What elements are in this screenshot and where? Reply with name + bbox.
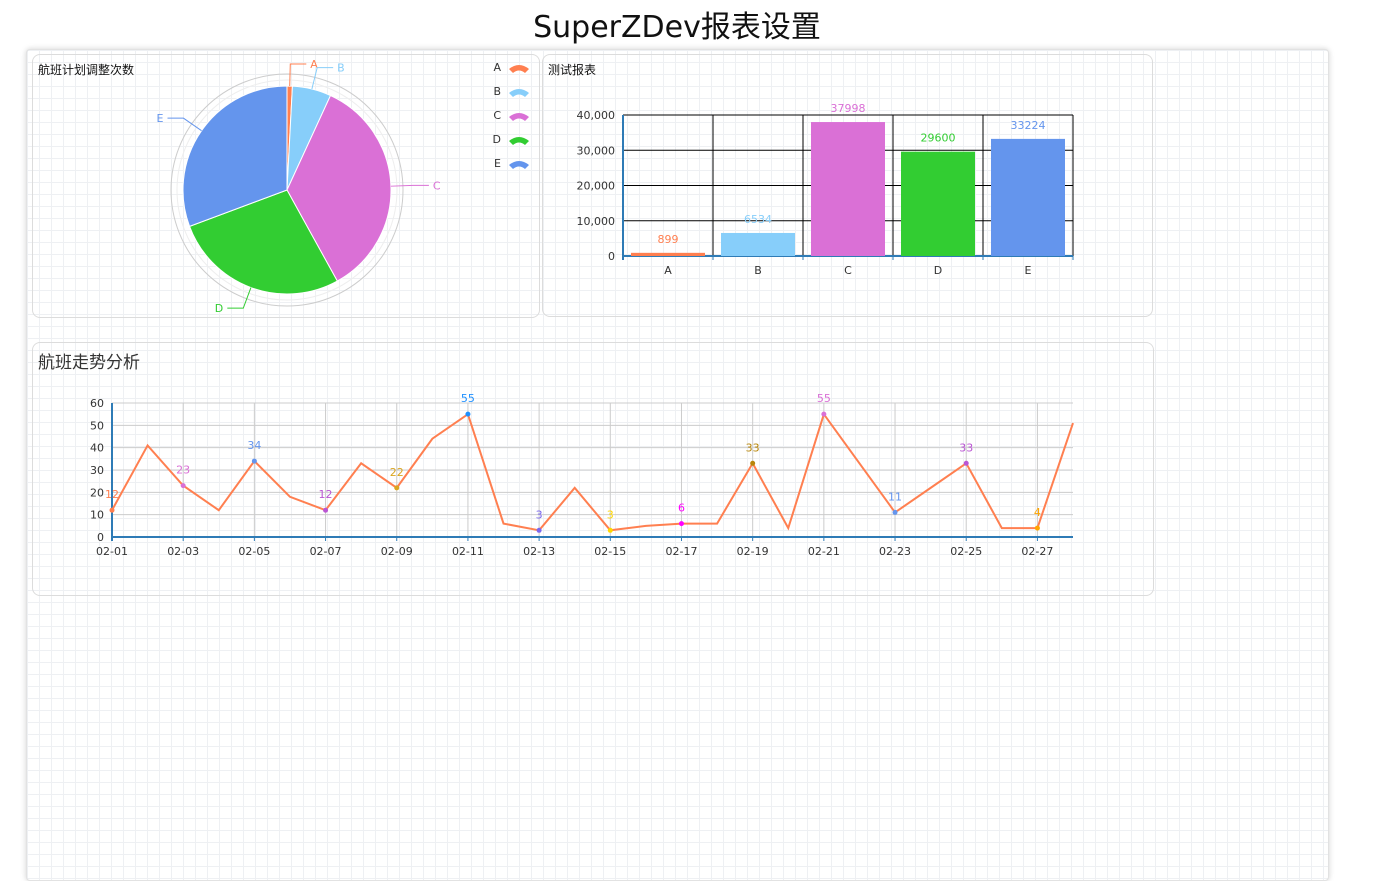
line-point-marker bbox=[1034, 525, 1040, 531]
line-point-marker bbox=[394, 485, 400, 491]
line-point-marker bbox=[821, 411, 827, 417]
pie-legend-label: D bbox=[493, 133, 501, 146]
bar-x-tick-label: D bbox=[934, 264, 942, 277]
line-point-marker bbox=[251, 458, 257, 464]
line-point-label: 4 bbox=[1034, 506, 1041, 519]
pie-legend-label: A bbox=[493, 61, 501, 74]
line-x-tick-label: 02-27 bbox=[1021, 545, 1053, 558]
bar-x-tick-label: B bbox=[754, 264, 762, 277]
bar-value-label: 37998 bbox=[831, 102, 866, 115]
pie-legend-label: E bbox=[494, 157, 501, 170]
bar-value-label: 29600 bbox=[921, 132, 956, 145]
pie-chart: A BCDEABCDE bbox=[157, 58, 529, 315]
line-point-label: 33 bbox=[959, 441, 973, 454]
bar-value-label: 899 bbox=[658, 233, 679, 246]
line-x-tick-label: 02-15 bbox=[594, 545, 626, 558]
line-point-label: 33 bbox=[746, 441, 760, 454]
bar-x-tick-label: A bbox=[664, 264, 672, 277]
line-x-tick-label: 02-23 bbox=[879, 545, 911, 558]
bar-y-tick-label: 40,000 bbox=[577, 109, 616, 122]
bar-value-label: 6534 bbox=[744, 213, 772, 226]
pie-slice-label: E bbox=[157, 112, 164, 125]
line-x-tick-label: 02-01 bbox=[96, 545, 128, 558]
line-x-tick-label: 02-17 bbox=[665, 545, 697, 558]
line-point-marker bbox=[465, 411, 471, 417]
pie-leader-line bbox=[227, 287, 252, 309]
bar-c bbox=[811, 122, 885, 256]
pie-legend-swatch bbox=[509, 65, 529, 73]
line-point-label: 12 bbox=[319, 488, 333, 501]
line-point-label: 6 bbox=[678, 502, 685, 515]
line-point-marker bbox=[109, 507, 115, 513]
report-canvas: 航班计划调整次数 ABCDEABCDE 测试报表 0 10,000 20,000 30… bbox=[26, 49, 1329, 881]
line-x-tick-label: 02-19 bbox=[737, 545, 769, 558]
pie-slice-label: B bbox=[337, 62, 345, 75]
pie-leader-line bbox=[167, 117, 202, 132]
line-y-tick-label: 30 bbox=[90, 464, 104, 477]
line-x-tick-label: 02-07 bbox=[310, 545, 342, 558]
bar-e bbox=[991, 138, 1065, 256]
page-title: SuperZDev报表设置 bbox=[533, 10, 821, 45]
pie-legend-swatch bbox=[509, 89, 529, 97]
line-y-tick-label: 0 bbox=[97, 531, 104, 544]
line-y-tick-label: 50 bbox=[90, 419, 104, 432]
line-point-marker bbox=[323, 507, 329, 513]
line-point-label: 34 bbox=[247, 439, 261, 452]
bar-y-tick-label: 30,000 bbox=[577, 144, 616, 157]
line-x-tick-label: 02-25 bbox=[950, 545, 982, 558]
line-point-marker bbox=[750, 460, 756, 466]
line-point-marker bbox=[963, 460, 969, 466]
pie-leader-line bbox=[390, 184, 429, 187]
line-x-tick-label: 02-05 bbox=[238, 545, 270, 558]
line-y-tick-label: 60 bbox=[90, 397, 104, 410]
bar-b bbox=[721, 232, 795, 256]
pie-legend-label: B bbox=[493, 85, 501, 98]
line-point-label: 12 bbox=[105, 488, 119, 501]
line-x-tick-label: 02-03 bbox=[167, 545, 199, 558]
line-chart-panel[interactable]: 航班走势分析 0 10 20 30 40 50 60 02-01 02-03 02-05 02-07… bbox=[32, 342, 1154, 596]
line-y-tick-label: 10 bbox=[90, 509, 104, 522]
bar-chart: 0 10,000 20,000 30,000 40,000 899 A 6534 B 37998 C… bbox=[577, 102, 1074, 277]
line-point-label: 3 bbox=[536, 508, 543, 521]
pie-slice-label: D bbox=[215, 302, 223, 315]
pie-legend-swatch bbox=[509, 137, 529, 145]
line-x-tick-label: 02-21 bbox=[808, 545, 840, 558]
bar-chart-panel[interactable]: 测试报表 0 10,000 20,000 30,000 40,000 899 A 6534 B 3… bbox=[542, 54, 1153, 317]
bar-y-tick-label: 20,000 bbox=[577, 180, 616, 193]
line-chart: 0 10 20 30 40 50 60 02-01 02-03 02-05 02-07 02-09 02… bbox=[90, 392, 1074, 558]
pie-slice-label: C bbox=[433, 179, 441, 192]
bar-y-tick-label: 10,000 bbox=[577, 215, 616, 228]
pie-legend-label: C bbox=[493, 109, 501, 122]
line-point-label: 11 bbox=[888, 490, 902, 503]
line-x-tick-label: 02-09 bbox=[381, 545, 413, 558]
bar-y-tick-label: 0 bbox=[608, 250, 615, 263]
line-point-marker bbox=[607, 527, 613, 533]
line-x-tick-label: 02-11 bbox=[452, 545, 484, 558]
bar-d bbox=[901, 151, 975, 256]
line-point-marker bbox=[892, 509, 898, 515]
bar-a bbox=[631, 252, 705, 256]
line-point-marker bbox=[678, 521, 684, 527]
pie-chart-panel[interactable]: 航班计划调整次数 ABCDEABCDE bbox=[32, 54, 540, 318]
pie-legend-swatch bbox=[509, 113, 529, 121]
line-point-label: 22 bbox=[390, 466, 404, 479]
line-y-tick-label: 20 bbox=[90, 486, 104, 499]
bar-value-label: 33224 bbox=[1011, 119, 1046, 132]
line-x-tick-label: 02-13 bbox=[523, 545, 555, 558]
bar-x-tick-label: C bbox=[844, 264, 852, 277]
pie-legend-swatch bbox=[509, 161, 529, 169]
line-point-label: 23 bbox=[176, 464, 190, 477]
line-point-marker bbox=[536, 527, 542, 533]
line-point-label: 55 bbox=[461, 392, 475, 405]
bar-x-tick-label: E bbox=[1025, 264, 1032, 277]
line-point-marker bbox=[180, 483, 186, 489]
line-point-label: 55 bbox=[817, 392, 831, 405]
line-point-label: 3 bbox=[607, 508, 614, 521]
line-y-tick-label: 40 bbox=[90, 442, 104, 455]
line-series bbox=[111, 411, 1074, 532]
